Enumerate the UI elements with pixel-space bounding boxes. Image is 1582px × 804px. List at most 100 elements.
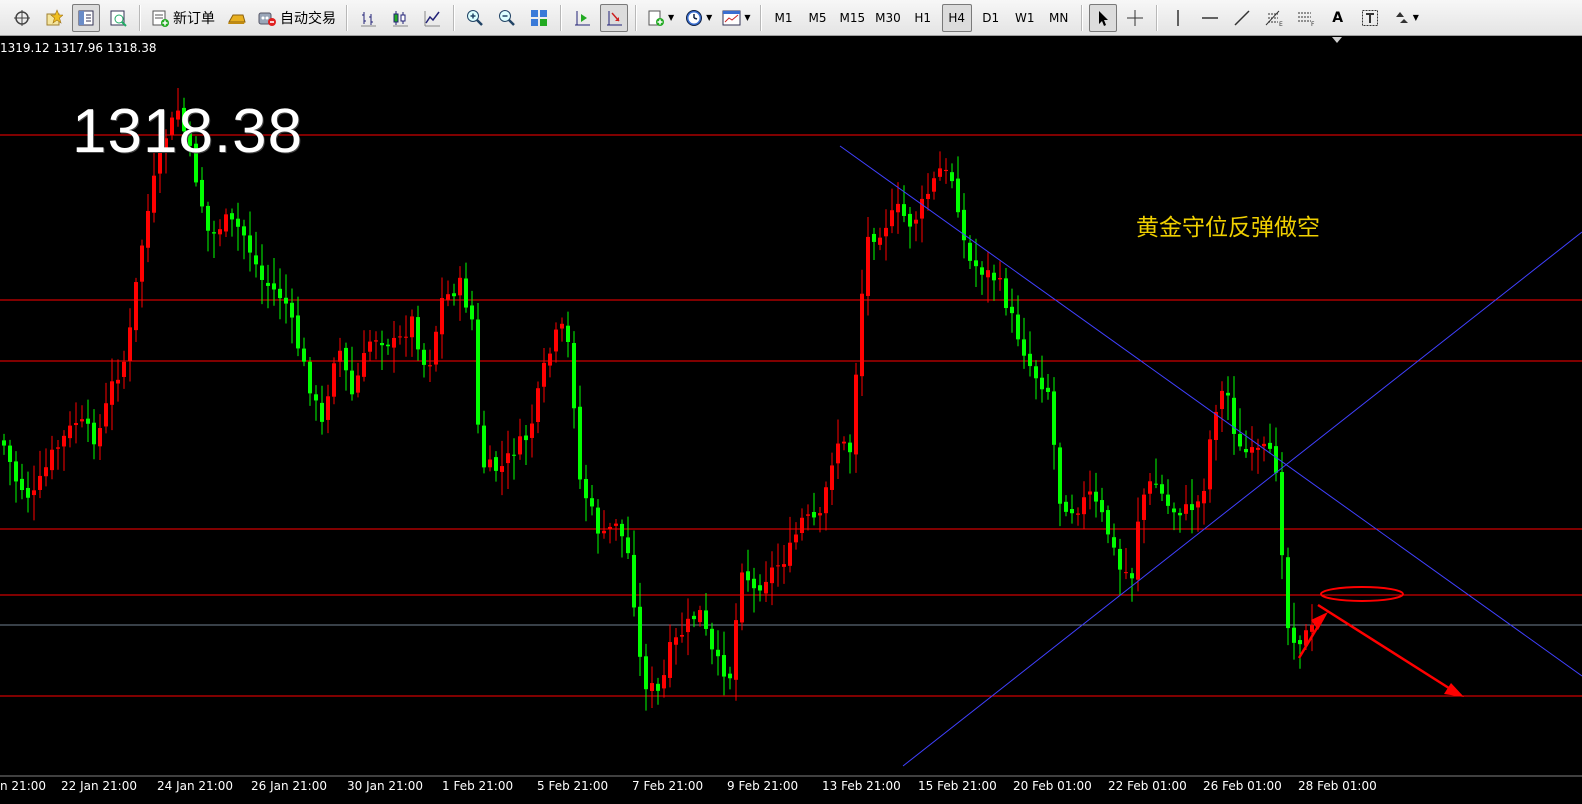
arrows-button[interactable]: ▼ — [1388, 4, 1422, 32]
navigator-button[interactable] — [72, 3, 100, 32]
auto-trading-button[interactable]: 自动交易 — [254, 4, 339, 32]
candlestick — [650, 666, 654, 708]
candlestick — [1238, 408, 1242, 451]
bar-chart-icon — [358, 8, 378, 28]
fibonacci-button[interactable]: E — [1260, 4, 1288, 32]
rebound-arrow[interactable] — [1297, 612, 1328, 659]
candlestick — [728, 666, 732, 690]
zoom-out-button[interactable] — [493, 4, 521, 32]
fibo-expansion-button[interactable]: F — [1292, 4, 1320, 32]
candlestick — [1118, 538, 1122, 596]
candlestick — [1088, 470, 1092, 510]
text-button[interactable]: A — [1324, 4, 1352, 32]
periods-button[interactable]: ▼ — [681, 4, 715, 32]
candlestick — [518, 418, 522, 460]
candlestick — [1310, 604, 1314, 652]
candlestick — [302, 337, 306, 367]
bar-chart-button[interactable] — [354, 4, 382, 32]
candlestick — [614, 518, 618, 541]
zoom-in-icon — [465, 8, 485, 28]
candlestick — [14, 451, 18, 503]
new-order-button[interactable]: 新订单 — [147, 4, 218, 32]
candlestick — [338, 337, 342, 378]
candlestick — [1148, 472, 1152, 506]
candlestick — [824, 481, 828, 531]
text-label-button[interactable] — [1356, 4, 1384, 32]
chart-shift-marker[interactable] — [1332, 37, 1342, 43]
candlestick — [1280, 452, 1284, 580]
autoscroll-button[interactable] — [600, 3, 628, 32]
cursor-button[interactable] — [1088, 3, 1117, 32]
tile-windows-button[interactable] — [525, 4, 553, 32]
candlestick — [734, 603, 738, 701]
timeframe-m30[interactable]: M30 — [872, 4, 904, 32]
candlestick — [710, 622, 714, 665]
candlestick — [866, 216, 870, 316]
candlestick — [1016, 295, 1020, 347]
candlestick — [440, 277, 444, 359]
zoom-in-button[interactable] — [461, 4, 489, 32]
candlestick — [584, 464, 588, 522]
ascending-trendline[interactable] — [902, 231, 1582, 767]
candlestick — [416, 305, 420, 361]
candlestick — [146, 194, 150, 263]
timeframe-h4[interactable]: H4 — [941, 3, 972, 32]
crosshair-tool-icon — [1125, 8, 1145, 28]
candlestick — [596, 499, 600, 554]
candlestick — [608, 522, 612, 544]
candlestick — [1076, 507, 1080, 526]
trendline-button[interactable] — [1228, 4, 1256, 32]
candlestick — [1100, 487, 1104, 522]
candlestick — [8, 439, 12, 486]
line-chart-button[interactable] — [418, 4, 446, 32]
candlestick — [956, 156, 960, 218]
candlestick — [62, 430, 66, 471]
resistance-ellipse[interactable] — [1320, 586, 1404, 602]
candlestick — [878, 227, 882, 251]
arrows-icon — [1391, 8, 1411, 28]
ohlc-readout: 1319.12 1317.96 1318.38 — [0, 41, 157, 55]
vertical-line-button[interactable] — [1164, 4, 1192, 32]
timeframe-w1[interactable]: W1 — [1010, 4, 1040, 32]
candlestick — [632, 530, 636, 617]
crosshair-button[interactable] — [8, 4, 36, 32]
trendline-icon — [1232, 8, 1252, 28]
timeframe-mn[interactable]: MN — [1044, 4, 1074, 32]
candlestick — [1082, 481, 1086, 529]
candlestick-button[interactable] — [386, 4, 414, 32]
horizontal-line-button[interactable] — [1196, 4, 1224, 32]
timeframe-m5[interactable]: M5 — [802, 4, 832, 32]
candlestick — [356, 362, 360, 398]
candlestick — [464, 262, 468, 313]
crosshair-icon — [12, 8, 32, 28]
templates-button[interactable]: ▼ — [719, 4, 753, 32]
gold-bar-button[interactable] — [222, 4, 250, 32]
candlestick — [134, 277, 138, 343]
timeframe-m15[interactable]: M15 — [836, 4, 868, 32]
candlestick — [566, 311, 570, 358]
candlestick — [1184, 485, 1188, 521]
favorites-button[interactable] — [40, 4, 68, 32]
candlestick — [998, 261, 1002, 291]
candlestick — [938, 151, 942, 181]
candlestick — [218, 219, 222, 247]
time-axis-label: 26 Feb 01:00 — [1203, 779, 1282, 793]
timeframe-d1[interactable]: D1 — [976, 4, 1006, 32]
candlestick — [1190, 479, 1194, 534]
candlestick — [578, 385, 582, 490]
timeframe-m1[interactable]: M1 — [768, 4, 798, 32]
short-target-arrow[interactable] — [1317, 603, 1464, 697]
toolbar-separator — [560, 4, 561, 31]
candlestick — [536, 381, 540, 434]
crosshair-tool-button[interactable] — [1121, 4, 1149, 32]
candlestick — [494, 451, 498, 482]
candlestick — [896, 182, 900, 234]
strategy-tester-button[interactable] — [104, 4, 132, 32]
candlestick — [284, 274, 288, 324]
candlestick — [452, 283, 456, 306]
candlestick — [116, 359, 120, 402]
timeframe-h1[interactable]: H1 — [908, 4, 938, 32]
candlestick — [428, 349, 432, 382]
chart-shift-button[interactable] — [568, 4, 596, 32]
add-indicator-button[interactable]: ▼ — [643, 4, 677, 32]
